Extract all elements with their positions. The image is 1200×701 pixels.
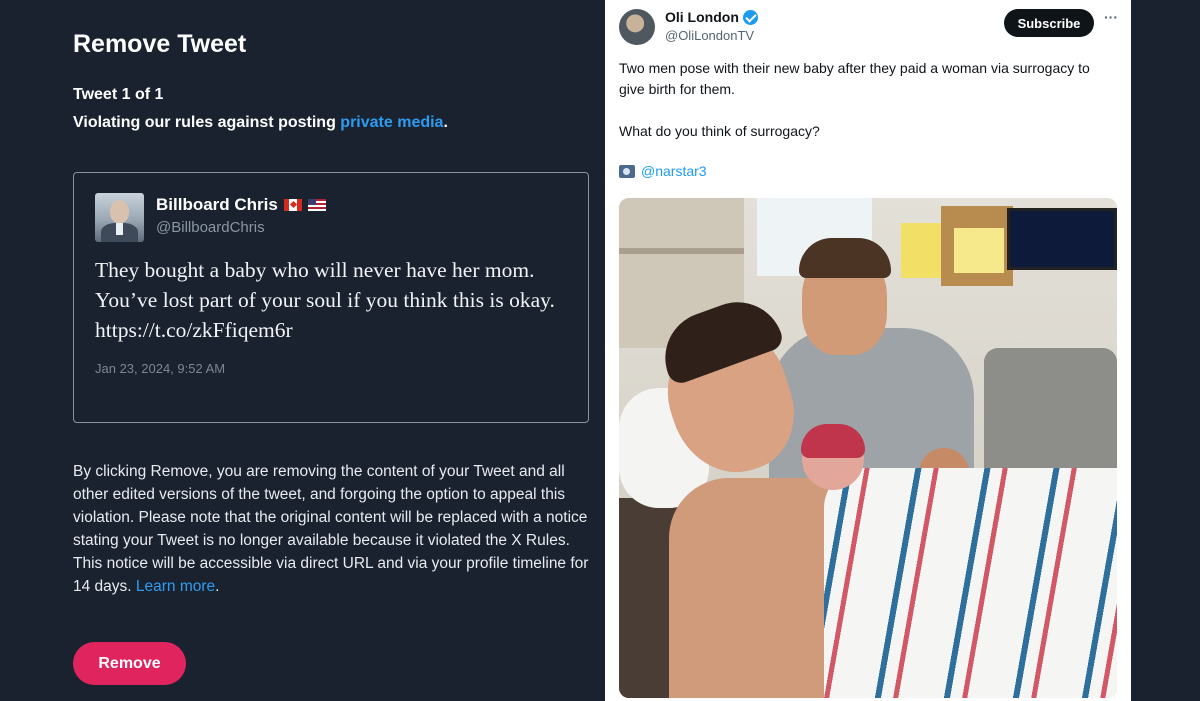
removal-notice: By clicking Remove, you are removing the…	[73, 460, 593, 598]
avatar	[95, 193, 144, 242]
tweet-post: Oli London @OliLondonTV Subscribe ··· Tw…	[605, 0, 1131, 701]
author-name-text: Billboard Chris	[156, 195, 278, 214]
post-author-handle: @OliLondonTV	[665, 28, 755, 43]
more-options-icon[interactable]: ···	[1102, 9, 1120, 33]
post-author-name[interactable]: Oli London	[665, 9, 758, 25]
remove-button[interactable]: Remove	[73, 642, 186, 685]
camera-icon	[619, 164, 635, 178]
flag-usa-icon	[307, 199, 326, 211]
photo-credit[interactable]: @narstar3	[619, 163, 707, 179]
post-author-name-text: Oli London	[665, 9, 739, 25]
violating-tweet-card: Billboard Chris @BillboardChris They bou…	[73, 172, 589, 423]
reason-period: .	[443, 114, 448, 131]
remove-tweet-dialog: Remove Tweet Tweet 1 of 1 Violating our …	[0, 0, 605, 701]
flag-canada-icon	[283, 199, 302, 211]
post-text: Two men pose with their new baby after t…	[619, 58, 1099, 163]
learn-more-link[interactable]: Learn more	[136, 578, 215, 595]
notice-text: By clicking Remove, you are removing the…	[73, 463, 589, 595]
verified-badge-icon	[742, 9, 758, 25]
subscribe-button[interactable]: Subscribe	[1004, 9, 1094, 37]
private-media-link[interactable]: private media	[340, 114, 443, 131]
post-photo[interactable]	[619, 198, 1117, 698]
tweet-text: They bought a baby who will never have h…	[95, 258, 555, 342]
avatar[interactable]	[619, 9, 655, 45]
reason-text: Violating our rules against posting	[73, 114, 341, 131]
tweet-count: Tweet 1 of 1	[73, 86, 164, 103]
post-text-question: What do you think of surrogacy?	[619, 123, 820, 139]
tweet-author-handle: @BillboardChris	[156, 219, 265, 236]
photo-credit-handle: @narstar3	[641, 163, 707, 179]
post-text-line: Two men pose with their new baby after t…	[619, 60, 1090, 97]
violation-reason: Violating our rules against posting priv…	[73, 114, 448, 132]
tweet-author-name: Billboard Chris	[156, 195, 326, 215]
tweet-date: Jan 23, 2024, 9:52 AM	[95, 361, 226, 376]
notice-period: .	[215, 578, 220, 595]
dialog-title: Remove Tweet	[73, 30, 247, 58]
